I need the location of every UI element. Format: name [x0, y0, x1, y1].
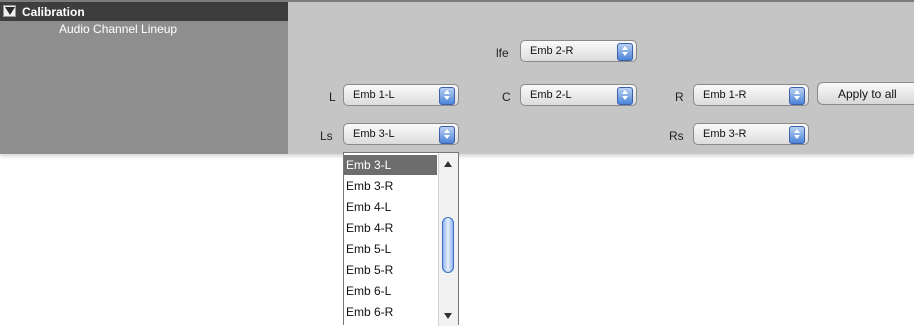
- rs-label: Rs: [669, 129, 684, 143]
- l-select-value: Emb 1-L: [353, 89, 395, 101]
- ls-select-value: Emb 3-L: [353, 128, 395, 140]
- lfe-select[interactable]: Emb 2-R: [520, 40, 637, 62]
- sidebar-item-audio-channel-lineup[interactable]: Audio Channel Lineup: [59, 22, 177, 36]
- calibration-header[interactable]: Calibration: [0, 2, 288, 21]
- select-arrows-icon: [439, 126, 455, 144]
- rs-select-value: Emb 3-R: [703, 128, 747, 140]
- r-select-value: Emb 1-R: [703, 89, 747, 101]
- channel-dropdown-list[interactable]: Emb 3-L Emb 3-R Emb 4-L Emb 4-R Emb 5-L …: [343, 152, 459, 326]
- scroll-up-arrow-icon[interactable]: [443, 157, 453, 171]
- r-select[interactable]: Emb 1-R: [693, 84, 809, 106]
- r-label: R: [675, 90, 684, 104]
- dropdown-option[interactable]: Emb 6-R: [344, 302, 437, 322]
- l-select[interactable]: Emb 1-L: [343, 84, 459, 106]
- sidebar: Calibration Audio Channel Lineup: [0, 2, 288, 154]
- collapse-checkbox-icon[interactable]: [3, 5, 16, 17]
- ls-label: Ls: [320, 129, 333, 143]
- select-arrows-icon: [789, 126, 805, 144]
- calibration-panel: Calibration Audio Channel Lineup lfe Emb…: [0, 0, 914, 154]
- dropdown-option[interactable]: Emb 4-L: [344, 197, 437, 217]
- dropdown-option[interactable]: Emb 5-R: [344, 260, 437, 280]
- select-arrows-icon: [617, 87, 633, 105]
- select-arrows-icon: [789, 87, 805, 105]
- rs-select[interactable]: Emb 3-R: [693, 123, 809, 145]
- dropdown-option[interactable]: Emb 6-L: [344, 281, 437, 301]
- dropdown-option[interactable]: Emb 3-R: [344, 176, 437, 196]
- lfe-label: lfe: [496, 46, 509, 60]
- l-label: L: [329, 90, 336, 104]
- c-select[interactable]: Emb 2-L: [520, 84, 637, 106]
- scroll-down-arrow-icon[interactable]: [443, 309, 453, 323]
- select-arrows-icon: [617, 43, 633, 61]
- dropdown-option[interactable]: Emb 4-R: [344, 218, 437, 238]
- dropdown-option[interactable]: Emb 3-L: [344, 155, 437, 175]
- dropdown-scrollbar[interactable]: [438, 153, 458, 326]
- calibration-title: Calibration: [22, 5, 85, 19]
- dropdown-option[interactable]: Emb 5-L: [344, 239, 437, 259]
- c-select-value: Emb 2-L: [530, 89, 572, 101]
- c-label: C: [502, 90, 511, 104]
- lfe-select-value: Emb 2-R: [530, 45, 574, 57]
- apply-to-all-button[interactable]: Apply to all: [817, 82, 914, 105]
- select-arrows-icon: [439, 87, 455, 105]
- scroll-thumb[interactable]: [442, 217, 454, 273]
- ls-select[interactable]: Emb 3-L: [343, 123, 459, 145]
